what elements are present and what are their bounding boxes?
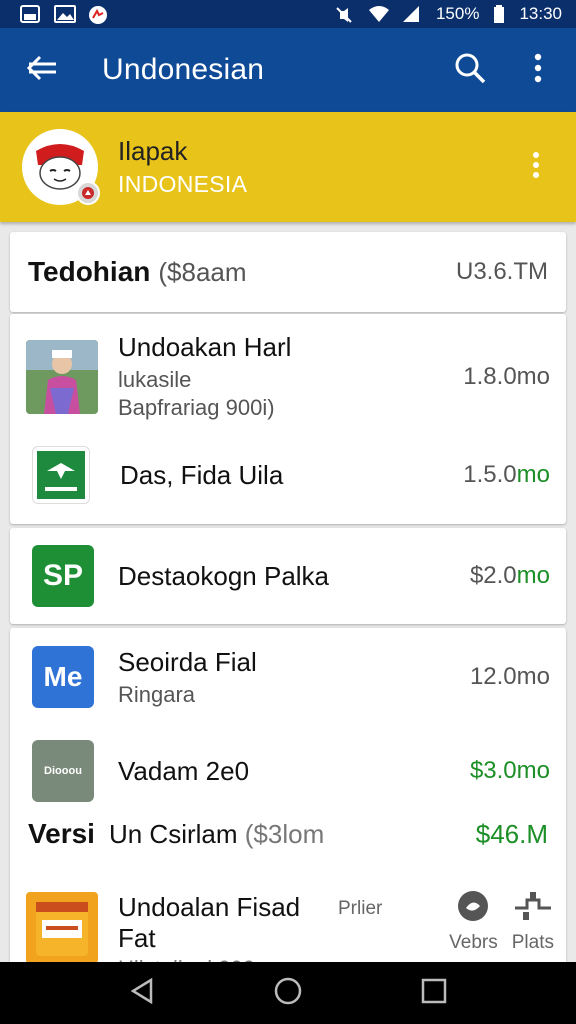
home-nav-icon[interactable] bbox=[273, 976, 303, 1011]
item-subtitle: lukasile bbox=[118, 367, 192, 392]
item-subtitle: Ringara bbox=[118, 681, 196, 707]
item-text: Vadam 2e0 bbox=[118, 756, 470, 787]
account-menu-button[interactable] bbox=[512, 143, 560, 191]
avatar[interactable] bbox=[22, 129, 100, 205]
item-actions: Vebrs Plats bbox=[449, 890, 554, 954]
item-photo bbox=[26, 339, 98, 414]
me-icon-label: Me bbox=[43, 661, 83, 692]
item-text: Destaokogn Palka bbox=[118, 561, 470, 592]
section-amount: $46.M bbox=[475, 818, 548, 849]
item-amount: $3.0mo bbox=[469, 757, 550, 784]
product-thumbnail bbox=[26, 892, 98, 964]
back-nav-icon[interactable] bbox=[129, 977, 155, 1010]
transaction-card-sp: SP Destaokogn Palka $2.0mo bbox=[10, 528, 566, 624]
account-region: INDONESIA bbox=[118, 171, 248, 197]
item-detail: Bapfrariag 900i) bbox=[118, 395, 275, 420]
search-icon bbox=[454, 52, 486, 89]
recents-nav-icon[interactable] bbox=[421, 978, 447, 1009]
summary-card[interactable]: Tedohian ($8aam U3.6.TM bbox=[10, 232, 566, 312]
item-amount: $2.0mo bbox=[470, 562, 550, 590]
vebrs-action[interactable]: Vebrs bbox=[449, 890, 498, 954]
plats-icon bbox=[513, 890, 553, 928]
prlier-label[interactable]: Prlier bbox=[338, 898, 382, 920]
item-amount: 12.0mo bbox=[469, 663, 550, 690]
amount-unit: mo bbox=[516, 461, 550, 488]
item-title: Undoakan Harl bbox=[118, 332, 292, 362]
battery-icon bbox=[493, 5, 505, 23]
app-bar: Undonesian bbox=[0, 28, 576, 112]
status-left-icons bbox=[20, 5, 108, 24]
app-title: Undonesian bbox=[102, 53, 265, 86]
amount-value: $2.0 bbox=[469, 562, 517, 589]
plats-label: Plats bbox=[511, 932, 554, 953]
item-title: Das, Fida Uila bbox=[120, 459, 284, 490]
vebrs-label: Vebrs bbox=[449, 932, 498, 953]
list-item[interactable]: Me Seoirda Fial Ringara 12.0mo bbox=[10, 646, 566, 708]
back-button[interactable] bbox=[18, 46, 66, 94]
item-text: Undoakan Harl lukasile Bapfrariag 900i) bbox=[118, 332, 463, 421]
back-arrow-icon bbox=[26, 55, 58, 86]
amount-unit: mo bbox=[516, 562, 550, 589]
image-icon bbox=[54, 5, 76, 23]
more-vert-icon bbox=[532, 151, 540, 184]
list-item[interactable]: Undoakan Harl lukasile Bapfrariag 900i) … bbox=[10, 332, 566, 421]
me-icon: Me bbox=[32, 646, 94, 708]
dpooou-icon: Diooou bbox=[32, 740, 94, 802]
overflow-menu-button[interactable] bbox=[514, 46, 562, 94]
item-title: Vadam 2e0 bbox=[118, 755, 250, 786]
account-name: Ilapak bbox=[118, 136, 188, 166]
wifi-icon bbox=[368, 5, 389, 23]
list-item[interactable]: SP Destaokogn Palka $2.0mo bbox=[10, 545, 566, 607]
section-subtitle-main: Un Csirlam bbox=[108, 818, 238, 849]
item-title: Seoirda Fial bbox=[118, 646, 257, 677]
gallery-icon bbox=[20, 5, 40, 23]
status-bar: 150% 13:30 bbox=[0, 0, 576, 28]
more-vert-icon bbox=[534, 53, 542, 88]
search-button[interactable] bbox=[446, 46, 494, 94]
summary-subtitle: ($8aam bbox=[158, 256, 247, 287]
amount-value: 1.5.0 bbox=[463, 461, 517, 488]
item-amount: 1.5.0mo bbox=[463, 461, 550, 489]
list-item[interactable]: Das, Fida Uila 1.5.0mo bbox=[10, 446, 566, 504]
item-text: Das, Fida Uila bbox=[120, 460, 463, 491]
item-amount: 1.8.0mo bbox=[463, 362, 550, 390]
item-text: Seoirda Fial Ringara bbox=[118, 647, 470, 708]
list-item[interactable]: Diooou Vadam 2e0 $3.0mo bbox=[10, 740, 566, 802]
system-nav-bar bbox=[0, 962, 576, 1024]
mute-icon bbox=[334, 5, 354, 23]
section-subtitle: Un Csirlam ($3lom bbox=[109, 819, 476, 850]
transactions-card: Undoakan Harl lukasile Bapfrariag 900i) … bbox=[10, 314, 566, 524]
clock: 13:30 bbox=[519, 4, 562, 23]
section-title: Versi bbox=[28, 818, 95, 849]
section-header[interactable]: Versi Un Csirlam ($3lom $46.M bbox=[10, 818, 566, 850]
summary-title: Tedohian bbox=[28, 256, 151, 287]
dpooou-icon-label: Diooou bbox=[44, 765, 82, 777]
item-logo bbox=[32, 446, 90, 504]
summary-amount: U3.6.TM bbox=[455, 258, 548, 285]
transactions-card-2: Me Seoirda Fial Ringara 12.0mo Diooou Va… bbox=[10, 628, 566, 981]
account-info: Ilapak INDONESIA bbox=[118, 136, 512, 198]
status-right-icons: 150% 13:30 bbox=[334, 4, 562, 24]
plats-action[interactable]: Plats bbox=[512, 890, 554, 954]
account-banner[interactable]: Ilapak INDONESIA bbox=[0, 112, 576, 222]
signal-icon bbox=[402, 5, 422, 23]
vebrs-icon bbox=[457, 890, 489, 928]
sp-icon-label: SP bbox=[42, 559, 84, 592]
app-logo-icon bbox=[37, 451, 85, 499]
item-title: Destaokogn Palka bbox=[118, 560, 330, 591]
section-subtitle-muted: ($3lom bbox=[244, 818, 325, 849]
battery-percent: 150% bbox=[435, 4, 480, 23]
notification-icon bbox=[88, 5, 108, 24]
avatar-badge-icon bbox=[76, 181, 100, 205]
sp-icon: SP bbox=[32, 545, 94, 607]
